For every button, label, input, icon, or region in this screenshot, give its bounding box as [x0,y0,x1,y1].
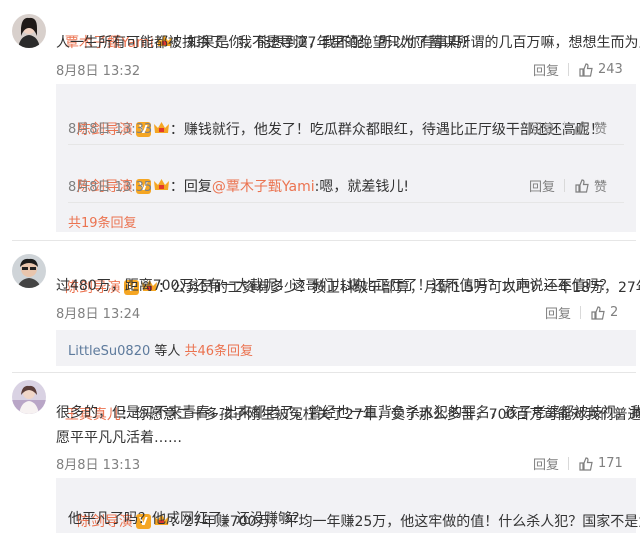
reply-user-link[interactable]: LittleSu0820 [68,344,150,359]
like-label[interactable]: 赞 [594,176,607,195]
timestamp: 8月8日 13:32 [56,64,141,79]
reply-button[interactable]: 回复 [545,303,571,322]
reply-actions: 回复 赞 [529,176,607,195]
comment-text-line: 人一生所有可能都被抹杀了，我不是导演，我不配，所以你有事吗？ [56,35,476,51]
crown-icon [153,120,170,135]
crown-icon [153,177,170,192]
reply-actions: 回复 赞 [529,118,607,137]
like-label[interactable]: 赞 [594,118,607,137]
timestamp: 8月8日 13:13 [56,458,141,473]
divider [564,121,566,134]
avatar[interactable] [12,380,46,414]
reply-button[interactable]: 回复 [529,176,555,195]
timestamp: 8月8日 13:24 [56,307,141,322]
thumbs-up-icon[interactable] [590,305,606,321]
reply-text-line: 他平凡了吗？他成网红了，还没赚够？ [68,511,306,527]
divider [68,144,624,145]
mention-link[interactable]: @覃木子甄Yami [212,179,315,195]
comment-actions: 回复 2 [545,303,618,322]
reply-button[interactable]: 回复 [533,454,559,473]
comment-actions: 回复 243 [533,60,623,79]
divider [568,457,570,470]
thumbs-up-icon[interactable] [578,62,594,78]
thumbs-up-icon[interactable] [574,120,590,136]
avatar[interactable] [12,14,46,48]
timestamp: 8月8日 13:35 [68,180,153,195]
avatar[interactable] [12,254,46,288]
reply-button[interactable]: 回复 [529,118,555,137]
like-count: 243 [598,62,623,77]
thumbs-up-icon[interactable] [578,456,594,472]
more-replies-summary: LittleSu0820 等人 共46条回复 [68,344,254,359]
comment-actions: 回复 171 [533,454,623,473]
timestamp: 8月8日 13:33 [68,122,153,137]
divider [564,179,566,192]
divider [12,372,636,373]
more-replies-link[interactable]: 共46条回复 [185,344,254,359]
divider [68,202,624,203]
divider [12,240,636,241]
reply-button[interactable]: 回复 [533,60,559,79]
comment-text-line: 愿平平凡凡活着…… [56,430,182,446]
comment-text-line: 很多的，但是买不来青春，出来都老了，曾经也一直背负杀人犯的罪名，孩子老婆都被歧视… [56,405,640,421]
like-count: 171 [598,456,623,471]
more-replies-link[interactable]: 共19条回复 [68,212,137,231]
divider [568,63,570,76]
like-count: 2 [610,305,619,320]
comment-text-line: 过480万，距离700万还有一大截呢！这哥们儿堪比正厅了！还不值吗？大声说还不值… [56,278,614,294]
divider [580,306,582,319]
thumbs-up-icon[interactable] [574,178,590,194]
